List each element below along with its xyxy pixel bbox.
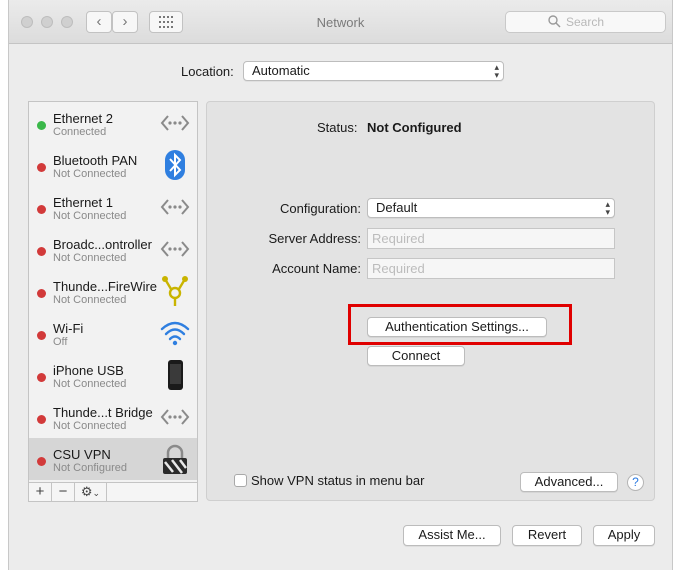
service-name: Ethernet 2	[53, 111, 113, 126]
location-value: Automatic	[252, 63, 310, 78]
help-button[interactable]: ?	[627, 474, 644, 491]
service-status: Not Configured	[53, 462, 127, 474]
title-bar: ‹ › Network Search	[9, 0, 672, 44]
action-menu-button[interactable]: ⚙⌄	[75, 483, 107, 501]
service-status: Not Connected	[53, 378, 127, 390]
server-address-label: Server Address:	[268, 231, 362, 246]
service-item[interactable]: Thunde...FireWire Not Connected	[29, 270, 197, 312]
service-list-toolbar: + − ⚙⌄	[28, 482, 198, 502]
service-name: Bluetooth PAN	[53, 153, 138, 168]
service-name: iPhone USB	[53, 363, 124, 378]
add-service-button[interactable]: +	[29, 483, 52, 501]
service-name: Thunde...FireWire	[53, 279, 158, 294]
service-item[interactable]: Ethernet 2 Connected	[29, 102, 197, 144]
service-name: Thunde...t Bridge	[53, 405, 153, 420]
service-name: Broadc...ontroller	[53, 237, 152, 252]
select-arrows-icon: ▴ ▾	[605, 199, 610, 217]
service-item[interactable]: Thunde...t Bridge Not Connected	[29, 396, 197, 438]
service-status: Connected	[53, 126, 107, 138]
status-dot	[37, 331, 46, 340]
account-name-field[interactable]: Required	[367, 258, 615, 279]
status-dot	[37, 247, 46, 256]
account-name-label: Account Name:	[272, 261, 361, 276]
show-vpn-status-label: Show VPN status in menu bar	[251, 473, 425, 488]
service-status: Not Connected	[53, 252, 127, 264]
status-value: Not Configured	[367, 120, 462, 135]
service-item[interactable]: Ethernet 1 Not Connected	[29, 186, 197, 228]
service-list[interactable]: Ethernet 2 Connected Bluetooth PAN Not Conn…	[28, 101, 198, 502]
authentication-settings-button[interactable]: Authentication Settings...	[367, 317, 547, 337]
configuration-label: Configuration:	[280, 201, 361, 216]
vpn-lock-icon	[159, 443, 191, 475]
service-name: Ethernet 1	[53, 195, 113, 210]
service-name: CSU VPN	[53, 447, 111, 462]
detail-panel	[206, 101, 655, 501]
ethernet-icon	[159, 107, 191, 139]
service-item[interactable]: iPhone USB Not Connected	[29, 354, 197, 396]
service-status: Not Connected	[53, 294, 127, 306]
configuration-value: Default	[376, 200, 418, 215]
status-dot	[37, 415, 46, 424]
firewire-icon	[159, 275, 191, 307]
service-status: Off	[53, 336, 68, 348]
service-item[interactable]: Bluetooth PAN Not Connected	[29, 144, 197, 186]
service-status: Not Connected	[53, 210, 127, 222]
service-status: Not Connected	[53, 168, 127, 180]
status-dot	[37, 289, 46, 298]
service-status: Not Connected	[53, 420, 127, 432]
status-dot	[37, 373, 46, 382]
iphone-icon	[159, 359, 191, 391]
bluetooth-icon	[159, 149, 191, 181]
connect-button[interactable]: Connect	[367, 346, 465, 366]
status-dot	[37, 163, 46, 172]
apply-button[interactable]: Apply	[593, 525, 655, 546]
ethernet-icon	[159, 401, 191, 433]
service-name: Wi-Fi	[53, 321, 84, 336]
server-address-placeholder: Required	[372, 231, 425, 246]
service-item[interactable]: CSU VPN Not Configured	[29, 438, 197, 480]
status-dot	[37, 205, 46, 214]
show-vpn-status-checkbox[interactable]	[234, 474, 247, 487]
wifi-icon	[159, 317, 191, 349]
service-item[interactable]: Broadc...ontroller Not Connected	[29, 228, 197, 270]
search-icon	[548, 15, 561, 28]
service-item[interactable]: Wi-Fi Off	[29, 312, 197, 354]
select-arrows-icon: ▴ ▾	[494, 62, 499, 80]
remove-service-button[interactable]: −	[52, 483, 75, 501]
gear-icon: ⚙	[80, 484, 93, 499]
server-address-field[interactable]: Required	[367, 228, 615, 249]
location-label: Location:	[181, 64, 234, 79]
status-dot	[37, 457, 46, 466]
account-name-placeholder: Required	[372, 261, 425, 276]
configuration-select[interactable]: Default ▴ ▾	[367, 198, 615, 218]
advanced-button[interactable]: Advanced...	[520, 472, 618, 492]
location-select[interactable]: Automatic ▴ ▾	[243, 61, 504, 81]
network-window: ‹ › Network Search Location: Automatic ▴…	[8, 0, 673, 570]
assist-me-button[interactable]: Assist Me...	[403, 525, 501, 546]
status-label: Status:	[317, 120, 358, 135]
chevron-down-icon: ⌄	[92, 488, 101, 498]
search-placeholder: Search	[566, 15, 605, 29]
search-input[interactable]: Search	[505, 11, 666, 33]
revert-button[interactable]: Revert	[512, 525, 582, 546]
status-dot	[37, 121, 46, 130]
